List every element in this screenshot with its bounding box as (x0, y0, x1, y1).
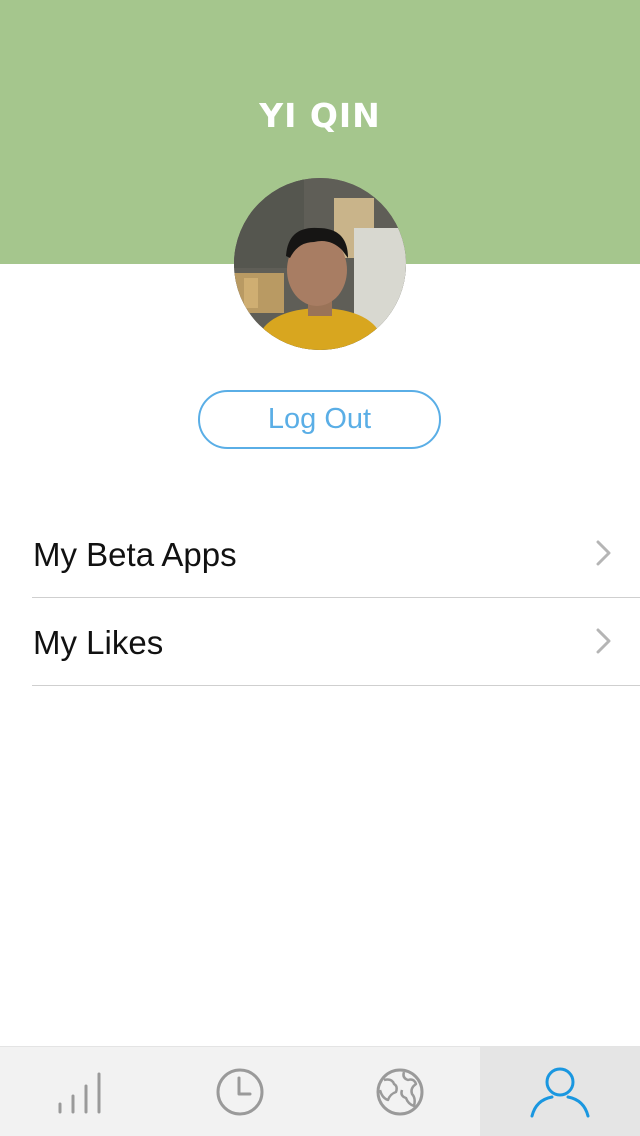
menu-item-label: My Likes (33, 624, 164, 661)
chevron-right-icon (596, 540, 611, 566)
clock-icon (216, 1068, 264, 1115)
tab-bar (0, 1046, 640, 1136)
chevron-right-icon (596, 628, 611, 654)
avatar (234, 178, 406, 350)
tab-explore[interactable] (320, 1047, 480, 1136)
profile-menu: My Beta Apps My Likes (32, 510, 640, 686)
signal-bars-icon (58, 1072, 101, 1113)
globe-icon (376, 1068, 424, 1115)
user-icon (530, 1067, 590, 1117)
tab-profile[interactable] (480, 1047, 640, 1136)
tab-history[interactable] (160, 1047, 320, 1136)
page-title: YI QIN (259, 96, 381, 135)
tab-stats[interactable] (0, 1047, 160, 1136)
logout-button[interactable]: Log Out (198, 390, 441, 449)
menu-item-my-beta-apps[interactable]: My Beta Apps (32, 510, 640, 598)
menu-item-my-likes[interactable]: My Likes (32, 598, 640, 686)
menu-item-label: My Beta Apps (33, 536, 237, 573)
